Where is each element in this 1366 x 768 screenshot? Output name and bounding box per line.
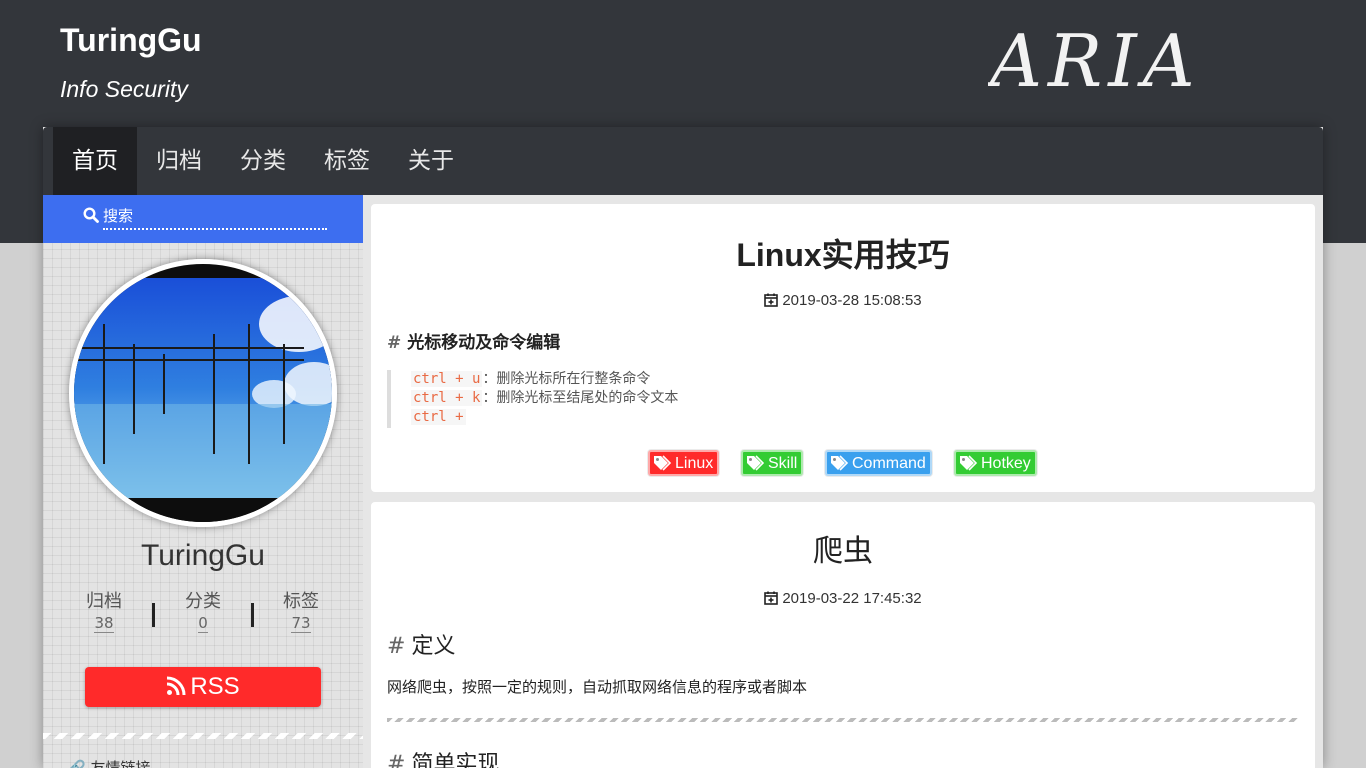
stat-count: 38 xyxy=(94,614,114,633)
stat-label: 分类 xyxy=(185,591,221,612)
post-card: 爬虫 2019-03-22 17:45:32 # 定义 网络爬虫，按照一定的规则，… xyxy=(371,502,1315,768)
stat-count: 73 xyxy=(291,614,311,633)
post-title[interactable]: Linux实用技巧 xyxy=(371,230,1315,276)
post-date-text: 2019-03-22 17:45:32 xyxy=(782,590,922,607)
code-line: ctrl + xyxy=(411,409,466,425)
friend-links-heading: 🔗 友情链接 xyxy=(67,757,150,768)
calendar-plus-icon xyxy=(764,591,779,605)
code-line: ctrl + u ：删除光标所在行整条命令 xyxy=(411,371,651,387)
stat-categories[interactable]: 分类 0 xyxy=(163,591,243,633)
rss-icon xyxy=(167,676,186,696)
post-date-text: 2019-03-28 15:08:53 xyxy=(782,292,922,309)
stat-count: 0 xyxy=(198,614,208,633)
tag-icon xyxy=(654,455,672,471)
nav-categories[interactable]: 分类 xyxy=(221,127,305,195)
sidebar: TuringGu 归档 38 分类 0 标签 73 RSS xyxy=(43,195,363,768)
main-nav: 首页 归档 分类 标签 关于 xyxy=(43,127,1323,195)
main-container: 首页 归档 分类 标签 关于 搜索 TuringGu 归档 38 分类 0 标签… xyxy=(43,127,1323,768)
divider xyxy=(387,718,1299,722)
tag-linux[interactable]: Linux xyxy=(648,450,720,476)
stat-archive[interactable]: 归档 38 xyxy=(64,591,144,633)
svg-text:ARIA: ARIA xyxy=(988,20,1201,102)
divider xyxy=(43,733,363,739)
stat-separator xyxy=(152,603,155,627)
nav-archive[interactable]: 归档 xyxy=(137,127,221,195)
post-heading: # 定义 xyxy=(387,634,456,659)
tag-icon xyxy=(960,455,978,471)
tag-skill[interactable]: Skill xyxy=(741,450,804,476)
author-stats: 归档 38 分类 0 标签 73 xyxy=(43,591,363,637)
stat-label: 标签 xyxy=(283,591,319,612)
tag-icon xyxy=(831,455,849,471)
post-date: 2019-03-28 15:08:53 xyxy=(371,292,1315,309)
rss-button[interactable]: RSS xyxy=(85,667,321,707)
nav-tags[interactable]: 标签 xyxy=(305,127,389,195)
friend-links-label: 友情链接 xyxy=(90,759,151,768)
search-bar xyxy=(43,195,363,243)
post-title[interactable]: 爬虫 xyxy=(371,526,1315,570)
post-heading: # 简单实现 xyxy=(387,752,500,768)
rss-label: RSS xyxy=(190,673,240,700)
calendar-plus-icon xyxy=(764,293,779,307)
stat-label: 归档 xyxy=(86,591,122,612)
nav-about[interactable]: 关于 xyxy=(389,127,473,195)
post-date: 2019-03-22 17:45:32 xyxy=(371,590,1315,607)
site-subtitle: Info Security xyxy=(60,76,188,102)
aria-logo: ARIA xyxy=(984,19,1308,103)
post-heading: # 光标移动及命令编辑 xyxy=(387,333,561,353)
link-icon: 🔗 xyxy=(67,759,86,768)
post-tags: Linux Skill Command Hotkey xyxy=(371,450,1315,478)
tag-command[interactable]: Command xyxy=(825,450,932,476)
tag-hotkey[interactable]: Hotkey xyxy=(954,450,1037,476)
stat-separator xyxy=(251,603,254,627)
tag-icon xyxy=(747,455,765,471)
search-input[interactable] xyxy=(103,204,327,230)
post-card: Linux实用技巧 2019-03-28 15:08:53 # 光标移动及命令编辑… xyxy=(371,204,1315,492)
stat-tags[interactable]: 标签 73 xyxy=(261,591,341,633)
site-title[interactable]: TuringGu xyxy=(60,22,202,59)
code-line: ctrl + k ：删除光标至结尾处的命令文本 xyxy=(411,390,679,406)
search-icon[interactable] xyxy=(83,207,99,223)
post-quote: ctrl + u ：删除光标所在行整条命令 ctrl + k ：删除光标至结尾处的命… xyxy=(387,370,687,428)
avatar[interactable] xyxy=(69,259,337,527)
post-list: Linux实用技巧 2019-03-28 15:08:53 # 光标移动及命令编辑… xyxy=(363,195,1323,768)
post-paragraph: 网络爬虫，按照一定的规则，自动抓取网络信息的程序或者脚本 xyxy=(387,678,808,696)
author-name: TuringGu xyxy=(141,539,265,572)
nav-home[interactable]: 首页 xyxy=(53,127,137,195)
